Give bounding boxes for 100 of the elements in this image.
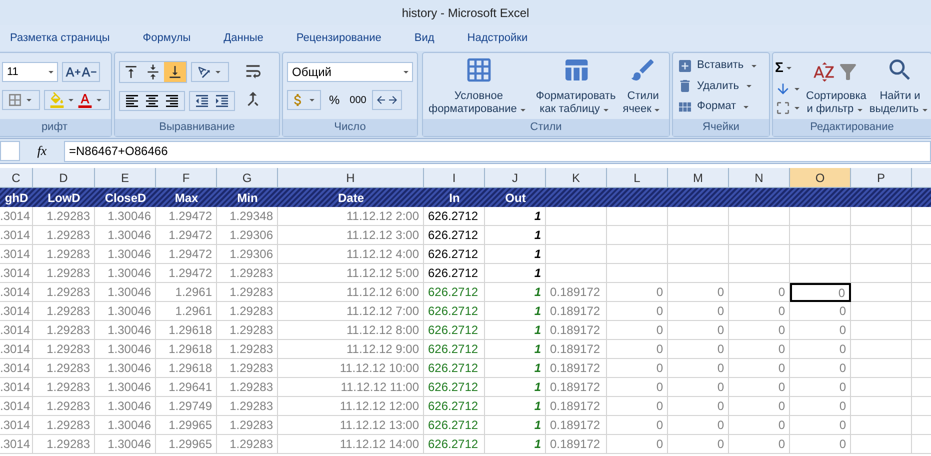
borders-button[interactable] xyxy=(2,90,40,110)
sum-button[interactable]: Σ xyxy=(775,57,803,78)
table-cell: .3014 xyxy=(0,283,33,302)
table-cell: 0 xyxy=(790,321,851,340)
group-label: Стили xyxy=(530,120,562,136)
column-header[interactable]: P xyxy=(851,168,912,188)
table-cell: 0 xyxy=(729,283,790,302)
style-button[interactable]: Условное форматирование xyxy=(428,56,529,116)
table-cell: 1.29283 xyxy=(33,245,95,264)
cells-button[interactable]: Формат xyxy=(677,98,760,115)
table-cell: 11.12.12 6:00 xyxy=(278,283,424,302)
table-cell: .3014 xyxy=(0,416,33,435)
grid-icon xyxy=(464,56,493,84)
table-cell: 626.2712 xyxy=(424,416,485,435)
table-cell: 0 xyxy=(607,321,668,340)
column-header[interactable]: L xyxy=(607,168,668,188)
table-cell: 1.29283 xyxy=(33,264,95,283)
ribbon-tab[interactable]: Разметка страницы xyxy=(10,30,110,46)
table-cell: 1.29283 xyxy=(217,435,278,454)
thousands-button[interactable]: 000 xyxy=(348,90,368,110)
table-cell: 1.30046 xyxy=(95,340,156,359)
table-cell: 0 xyxy=(729,435,790,454)
table-cell: 0 xyxy=(668,321,729,340)
table-cell: 626.2712 xyxy=(424,378,485,397)
column-header[interactable]: N xyxy=(729,168,790,188)
number-format-dropdown[interactable]: Общий xyxy=(287,62,413,82)
table-cell: 1 xyxy=(485,226,546,245)
align-right-icon xyxy=(164,93,180,109)
table-cell: 0 xyxy=(668,435,729,454)
formula-field[interactable]: =N86467+O86466 xyxy=(64,140,931,162)
orientation-button[interactable] xyxy=(191,62,229,82)
table-cell: 0 xyxy=(668,359,729,378)
percent-button[interactable]: % xyxy=(325,90,344,110)
table-cell: 1.30046 xyxy=(95,283,156,302)
table-cell xyxy=(668,264,729,283)
ribbon-tab[interactable]: Вид xyxy=(414,30,434,46)
column-header[interactable]: O xyxy=(790,168,851,188)
table-cell: 1.29641 xyxy=(156,378,217,397)
column-header[interactable]: J xyxy=(485,168,546,188)
table-cell: 1.2961 xyxy=(156,302,217,321)
table-cell: 1.29283 xyxy=(217,378,278,397)
align-bottom-icon xyxy=(167,64,183,80)
table-cell: .3014 xyxy=(0,302,33,321)
sort-icon xyxy=(812,60,836,84)
table-cell: 1 xyxy=(485,245,546,264)
table-cell: 1.29283 xyxy=(33,435,95,454)
table-cell: 1.29283 xyxy=(33,302,95,321)
group-label: Ячейки xyxy=(702,120,740,136)
table-cell: 1.29306 xyxy=(217,226,278,245)
table-cell: 1.29283 xyxy=(217,416,278,435)
font-size-buttons[interactable] xyxy=(62,62,100,82)
editing-button[interactable]: Сортировка и фильтр xyxy=(806,60,866,116)
header-cell-text: Max xyxy=(174,190,200,206)
column-header[interactable]: E xyxy=(95,168,156,188)
table-cell: 1.30046 xyxy=(95,378,156,397)
ribbon-tab[interactable]: Надстройки xyxy=(467,30,528,46)
ribbon-tab[interactable]: Формулы xyxy=(142,30,191,46)
table-cell: 0.189172 xyxy=(546,340,607,359)
table-cell: 0 xyxy=(607,283,668,302)
ribbon-tab[interactable]: Рецензирование xyxy=(296,30,382,46)
table-cell: 1.29283 xyxy=(33,416,95,435)
column-header[interactable]: D xyxy=(33,168,95,188)
cells-button[interactable]: Вставить xyxy=(677,57,760,74)
column-header[interactable]: M xyxy=(668,168,729,188)
column-header[interactable]: H xyxy=(278,168,424,188)
decimal-buttons[interactable] xyxy=(372,90,402,110)
ribbon-tab[interactable]: Данные xyxy=(224,30,264,46)
table-cell: 1.29965 xyxy=(156,416,217,435)
table-cell: 1.30046 xyxy=(95,264,156,283)
cells-button[interactable]: Удалить xyxy=(677,78,760,94)
table-cell: 0.189172 xyxy=(546,397,607,416)
table-cell xyxy=(607,207,668,226)
table-cell: .3014 xyxy=(0,226,33,245)
table-cell: 1.29283 xyxy=(33,397,95,416)
style-button[interactable]: Стили ячеек xyxy=(622,56,664,116)
column-header[interactable]: G xyxy=(217,168,278,188)
column-header[interactable]: F xyxy=(156,168,217,188)
table-cell: 11.12.12 13:00 xyxy=(278,416,424,435)
table-cell: 11.12.12 7:00 xyxy=(278,302,424,321)
table-cell: 11.12.12 5:00 xyxy=(278,264,424,283)
table-cell: 1 xyxy=(485,435,546,454)
table-cell: 1.29749 xyxy=(156,397,217,416)
table-cell: 0 xyxy=(729,340,790,359)
table-cell: 0 xyxy=(607,416,668,435)
table-cell: 1.29283 xyxy=(217,359,278,378)
align-left-icon xyxy=(124,93,140,109)
font-size-dropdown[interactable]: 11 xyxy=(2,62,58,82)
arrow-left-icon xyxy=(375,94,388,106)
vertical-align-button[interactable] xyxy=(164,62,186,82)
column-header[interactable]: I xyxy=(424,168,485,188)
align-buttons[interactable] xyxy=(119,91,185,111)
table-cell: 0.189172 xyxy=(546,302,607,321)
column-header[interactable]: C xyxy=(0,168,33,188)
column-header[interactable]: K xyxy=(546,168,607,188)
style-button[interactable]: Форматировать как таблицу xyxy=(536,56,616,116)
color-buttons[interactable] xyxy=(44,90,110,110)
currency-button[interactable] xyxy=(287,90,321,110)
table-cell: 1.2961 xyxy=(156,283,217,302)
indent-buttons[interactable] xyxy=(189,91,235,111)
editing-button[interactable]: Найти и выделить xyxy=(869,56,931,116)
